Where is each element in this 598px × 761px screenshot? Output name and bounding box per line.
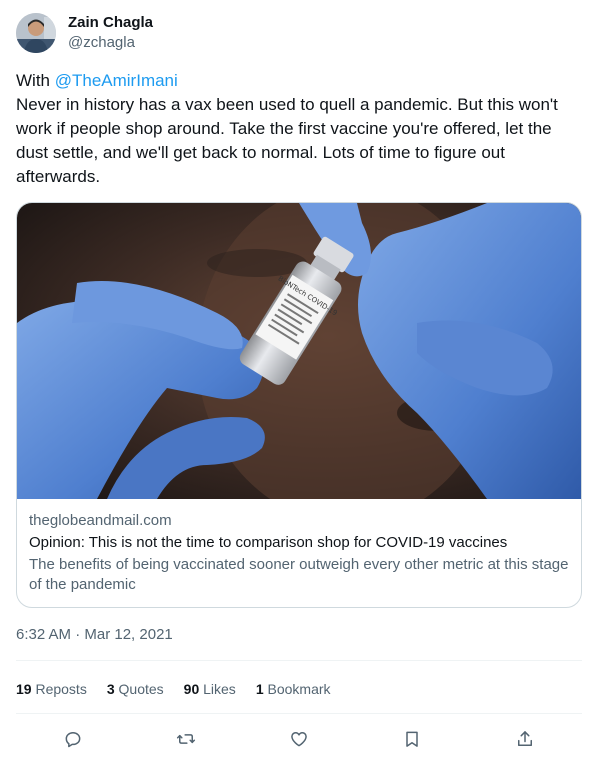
engagement-stats: 19 Reposts 3 Quotes 90 Likes 1 Bookmark (16, 679, 351, 699)
card-image[interactable]: BioNTech COVID-19 (17, 203, 582, 499)
reposts-label: Reposts (31, 681, 87, 697)
author-display-name[interactable]: Zain Chagla (68, 13, 153, 33)
share-icon (518, 731, 533, 746)
quotes-stat[interactable]: 3 Quotes (107, 679, 164, 699)
repost-button[interactable] (172, 725, 200, 753)
tweet-prefix: With (16, 71, 55, 90)
repost-icon (176, 734, 195, 744)
bookmarks-stat[interactable]: 1 Bookmark (256, 679, 331, 699)
tweet-timestamp[interactable]: 6:32 AM · Mar 12, 2021 (16, 625, 173, 645)
author-names: Zain Chagla @zchagla (68, 13, 153, 53)
reposts-stat[interactable]: 19 Reposts (16, 679, 87, 699)
bookmarks-label: Bookmark (263, 681, 331, 697)
share-button[interactable] (511, 725, 539, 753)
tweet-text: With @TheAmirImani Never in history has … (16, 69, 586, 189)
likes-stat[interactable]: 90 Likes (184, 679, 236, 699)
bookmark-button[interactable] (398, 725, 426, 753)
card-domain: theglobeandmail.com (29, 512, 172, 529)
tweet-body: Never in history has a vax been used to … (16, 95, 558, 186)
author-handle[interactable]: @zchagla (68, 33, 153, 53)
avatar[interactable] (16, 13, 56, 53)
action-bar (16, 725, 582, 753)
reposts-count: 19 (16, 681, 32, 697)
tweet-header: Zain Chagla @zchagla (16, 12, 153, 53)
bookmark-icon (406, 731, 418, 747)
likes-count: 90 (183, 681, 200, 697)
divider (16, 660, 582, 661)
quotes-label: Quotes (114, 681, 164, 697)
divider (16, 713, 582, 714)
like-button[interactable] (285, 725, 313, 753)
like-icon (291, 732, 307, 747)
likes-label: Likes (199, 681, 236, 697)
card-description: The benefits of being vaccinated sooner … (29, 556, 569, 593)
link-card[interactable]: BioNTech COVID-19 theglobeandmail.com Op… (16, 202, 582, 608)
quotes-count: 3 (106, 681, 115, 697)
mention-link[interactable]: @TheAmirImani (55, 71, 178, 90)
card-meta: theglobeandmail.com Opinion: This is not… (17, 499, 581, 595)
card-title[interactable]: Opinion: This is not the time to compari… (29, 533, 569, 553)
tweet-mention-line: With @TheAmirImani (16, 69, 586, 93)
bookmarks-count: 1 (255, 681, 264, 697)
reply-button[interactable] (59, 725, 87, 753)
reply-icon (65, 732, 81, 748)
avatar-image (16, 13, 56, 53)
